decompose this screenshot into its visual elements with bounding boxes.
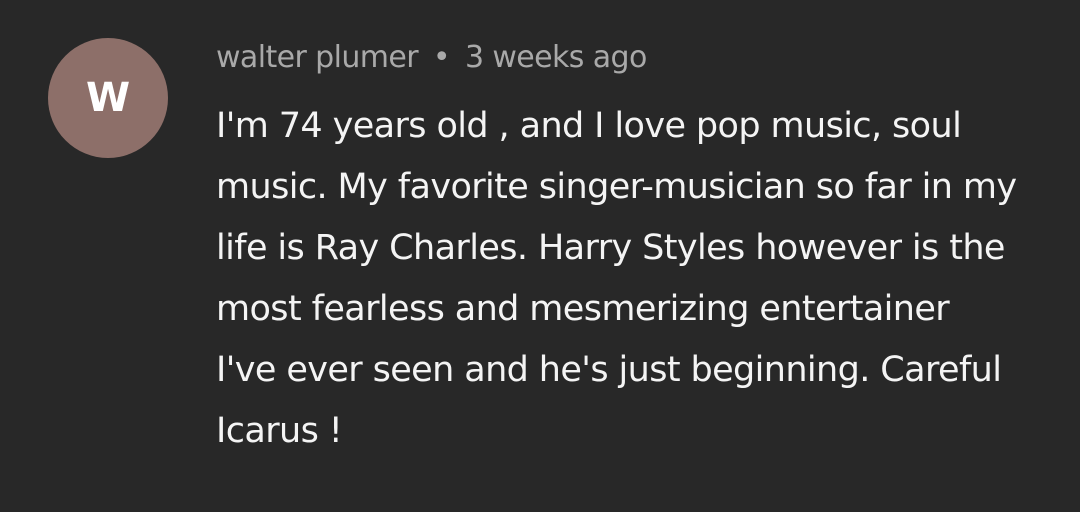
comment-item: W walter plumer • 3 weeks ago I'm 74 yea… bbox=[0, 0, 1080, 512]
comment-text-line: music. My favorite singer-musician so fa… bbox=[216, 167, 1017, 207]
comment-meta: walter plumer • 3 weeks ago bbox=[216, 36, 1046, 80]
meta-separator: • bbox=[432, 40, 451, 75]
comment-body: walter plumer • 3 weeks ago I'm 74 years… bbox=[216, 36, 1046, 462]
author-name[interactable]: walter plumer bbox=[216, 40, 419, 75]
comment-text: I'm 74 years old , and I love pop music,… bbox=[216, 96, 1046, 462]
comment-text-line: Icarus ! bbox=[216, 411, 343, 451]
comment-text-line: most fearless and mesmerizing entertaine… bbox=[216, 289, 950, 329]
avatar-letter: W bbox=[85, 75, 131, 121]
comment-text-line: I'm 74 years old , and I love pop music,… bbox=[216, 106, 962, 146]
comment-timestamp: 3 weeks ago bbox=[464, 40, 647, 75]
avatar[interactable]: W bbox=[48, 38, 168, 158]
comment-text-line: life is Ray Charles. Harry Styles howeve… bbox=[216, 228, 1005, 268]
comment-text-line: I've ever seen and he's just beginning. … bbox=[216, 350, 1002, 390]
